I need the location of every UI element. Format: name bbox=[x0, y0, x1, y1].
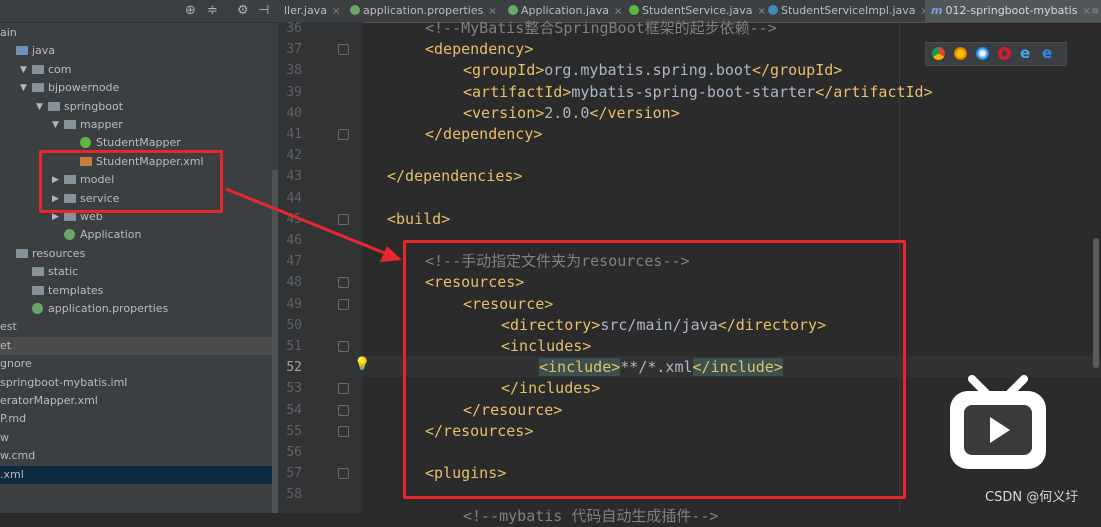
annotation-arrow bbox=[225, 187, 402, 262]
bilibili-logo bbox=[950, 375, 1046, 469]
watermark-text: CSDN @何义圩 bbox=[985, 490, 1079, 505]
